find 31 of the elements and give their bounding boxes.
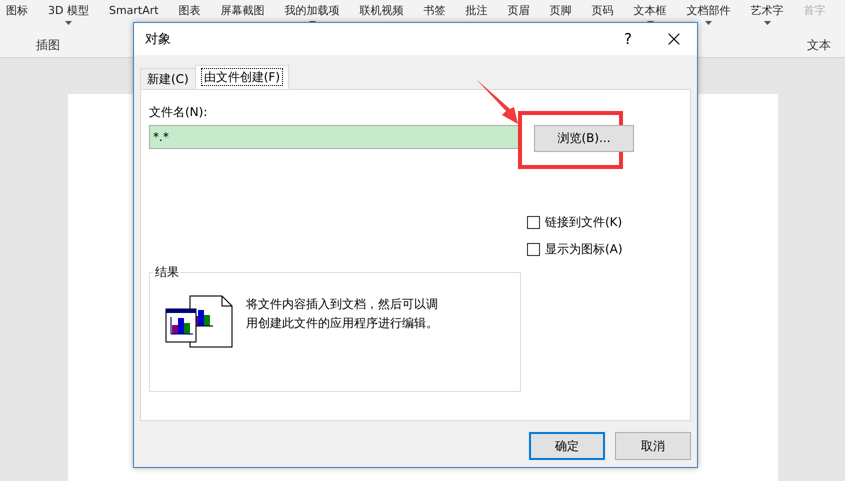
- dialog-tab[interactable]: 新建(C): [140, 68, 196, 89]
- file-name-label: 文件名(N):: [149, 104, 208, 121]
- ribbon-group-label: 文本: [807, 37, 831, 54]
- ribbon-command[interactable]: 页脚: [550, 4, 572, 18]
- ribbon-command[interactable]: 文本框: [634, 4, 667, 18]
- ribbon-command[interactable]: 联机视频: [360, 4, 404, 18]
- checkbox-label[interactable]: 显示为图标(A): [545, 241, 623, 258]
- file-name-field[interactable]: *.*: [149, 125, 521, 149]
- ribbon-command[interactable]: 批注: [466, 4, 488, 18]
- dialog-tab[interactable]: 由文件创建(F): [194, 65, 290, 89]
- ok-button[interactable]: 确定: [529, 432, 605, 460]
- ribbon-command[interactable]: 艺术字: [750, 4, 784, 18]
- close-button[interactable]: ×: [651, 23, 697, 55]
- ribbon-command[interactable]: 图表: [178, 4, 201, 18]
- ribbon-command[interactable]: 页眉: [508, 4, 530, 18]
- help-button[interactable]: ?: [605, 23, 651, 55]
- ribbon-command[interactable]: 3D 模型: [48, 4, 89, 18]
- cancel-button[interactable]: 取消: [615, 432, 691, 460]
- ribbon-command[interactable]: 屏幕截图: [220, 4, 265, 18]
- ribbon-command[interactable]: 图标: [6, 4, 28, 18]
- checkbox-label[interactable]: 链接到文件(K): [545, 214, 622, 231]
- dialog-title: 对象: [145, 31, 172, 48]
- ribbon-command[interactable]: 我的加载项: [284, 4, 340, 18]
- ribbon-command[interactable]: 页码: [592, 4, 614, 18]
- ribbon-command[interactable]: 文档部件: [686, 4, 731, 18]
- ribbon-group-label: 插图: [36, 37, 60, 54]
- ribbon-command[interactable]: SmartArt: [108, 4, 159, 18]
- result-description: 将文件内容插入到文档，然后可以调用创建此文件的应用程序进行编辑。: [246, 296, 439, 332]
- browse-button[interactable]: 浏览(B)...: [534, 125, 634, 152]
- result-group-title: 结果: [154, 264, 180, 281]
- ribbon-command[interactable]: 书签: [424, 4, 446, 18]
